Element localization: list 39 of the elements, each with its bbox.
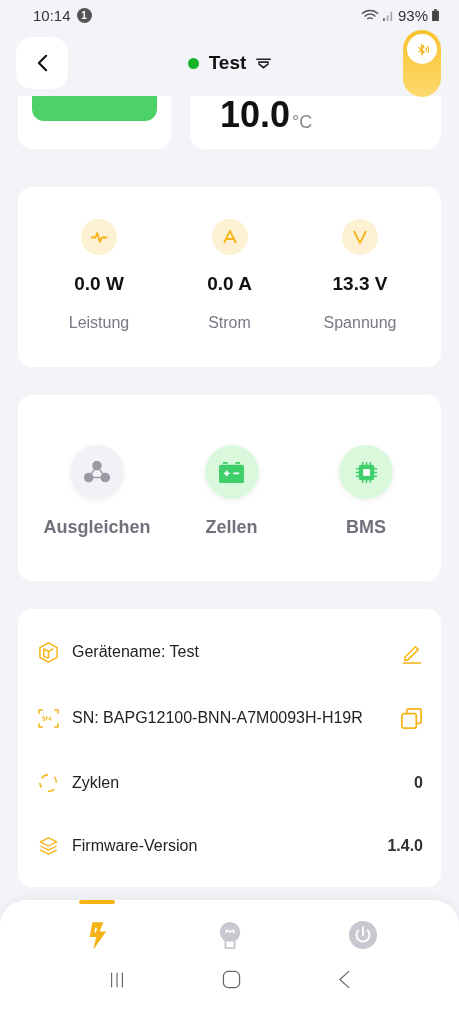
notification-count: 1	[76, 7, 92, 23]
cycle-icon	[36, 772, 60, 793]
status-time: 10:14	[33, 6, 71, 24]
info-value: 1.4.0	[387, 836, 423, 855]
info-label: Gerätename: Test	[72, 643, 199, 661]
balance-button[interactable]: Ausgleichen	[32, 395, 162, 581]
wifi-icon	[360, 8, 379, 22]
cube-icon	[36, 641, 60, 663]
metric-label: Strom	[208, 314, 251, 332]
dropdown-icon[interactable]	[256, 57, 272, 69]
volt-icon	[342, 219, 378, 255]
info-label: Firmware-Version	[72, 836, 198, 855]
temperature-unit: °C	[292, 112, 313, 133]
info-label: Zyklen	[72, 773, 120, 792]
cells-button[interactable]: Zellen	[166, 395, 297, 581]
metric-label: Spannung	[323, 314, 397, 332]
copy-icon[interactable]	[400, 706, 423, 730]
metric-value: 0.0 A	[207, 273, 252, 295]
temperature-value: 10.0	[220, 97, 291, 133]
chevron-left-icon	[36, 54, 48, 72]
device-title[interactable]: Test	[208, 52, 247, 74]
home-icon[interactable]	[222, 970, 242, 989]
back-button[interactable]	[16, 37, 68, 89]
metric-value: 13.3 V	[332, 273, 388, 295]
metric-label: Leistung	[68, 314, 130, 332]
bluetooth-icon	[415, 42, 429, 56]
bms-button[interactable]: BMS	[301, 395, 431, 581]
pulse-icon	[81, 219, 117, 255]
ampere-icon	[211, 219, 248, 255]
signal-icon	[382, 9, 394, 21]
metric-value: 0.0 W	[74, 273, 124, 295]
serial-number-icon	[36, 708, 60, 728]
info-label: SN: BAPG12100-BNN-A7M0093H-H19R	[72, 709, 363, 727]
info-value: 0	[414, 773, 423, 792]
battery-icon	[432, 9, 439, 21]
power-icon	[347, 920, 378, 950]
back-icon[interactable]	[337, 970, 351, 989]
bluetooth-toggle[interactable]	[403, 30, 441, 97]
battery-percentage: 93%	[397, 6, 428, 24]
